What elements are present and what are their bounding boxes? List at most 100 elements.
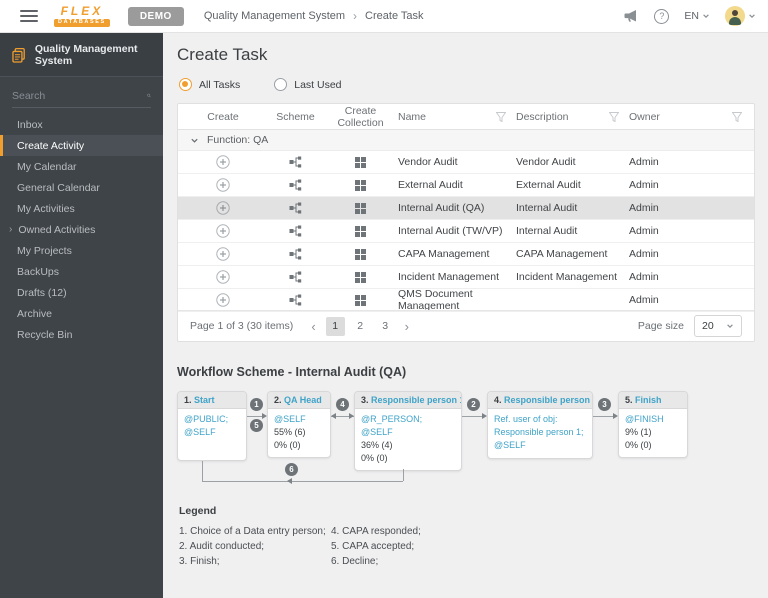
column-header-create[interactable]: Create (178, 111, 268, 123)
search-icon[interactable] (147, 89, 151, 102)
chevron-right-icon[interactable]: › (9, 224, 12, 235)
sidebar-search (12, 89, 151, 108)
sidebar-item-my-projects[interactable]: My Projects (0, 240, 163, 261)
step-header: 2. QA Head (268, 392, 330, 409)
table-row[interactable]: Vendor Audit Vendor Audit Admin (178, 151, 754, 174)
sidebar-item-backups[interactable]: BackUps (0, 261, 163, 282)
prev-page-icon[interactable]: ‹ (307, 319, 319, 334)
filter-icon[interactable] (732, 111, 742, 122)
transition-badge: 2 (467, 398, 480, 411)
group-label: Function: QA (207, 134, 269, 146)
column-header-name[interactable]: Name (398, 111, 516, 123)
create-task-icon[interactable] (216, 293, 230, 307)
page-size-select[interactable]: 20 (694, 315, 742, 337)
radio-all-tasks[interactable]: All Tasks (179, 78, 240, 91)
sidebar-item-inbox[interactable]: Inbox (0, 114, 163, 135)
language-selector[interactable]: EN (684, 10, 710, 22)
search-input[interactable] (12, 89, 147, 102)
breadcrumb: Quality Management System › Create Task (204, 9, 424, 23)
transition-badge: 5 (250, 419, 263, 432)
sidebar-item-general-calendar[interactable]: General Calendar (0, 177, 163, 198)
task-owner: Admin (629, 202, 659, 214)
create-task-icon[interactable] (216, 178, 230, 192)
column-header-scheme[interactable]: Scheme (268, 111, 323, 123)
create-task-icon[interactable] (216, 155, 230, 169)
step-header: 1. Start (178, 392, 246, 409)
workflow-connector (462, 416, 484, 417)
scheme-icon[interactable] (289, 156, 302, 168)
sidebar-item-drafts[interactable]: Drafts (12) (0, 282, 163, 303)
page-button-1[interactable]: 1 (325, 316, 345, 336)
task-name: External Audit (398, 179, 463, 191)
scheme-icon[interactable] (289, 225, 302, 237)
page-button-3[interactable]: 3 (376, 317, 395, 336)
create-task-icon[interactable] (216, 247, 230, 261)
page-size-value: 20 (702, 320, 714, 332)
create-collection-icon[interactable] (355, 271, 366, 283)
create-task-icon[interactable] (216, 201, 230, 215)
create-collection-icon[interactable] (355, 294, 366, 306)
help-button[interactable]: ? (654, 8, 670, 24)
sidebar-item-my-calendar[interactable]: My Calendar (0, 156, 163, 177)
column-header-create-collection[interactable]: Create Collection (323, 105, 398, 129)
table-row[interactable]: Incident Management Incident Management … (178, 266, 754, 289)
task-name: Vendor Audit (398, 156, 458, 168)
sidebar-item-archive[interactable]: Archive (0, 303, 163, 324)
workflow-connector (403, 469, 404, 481)
workflow-connector (202, 461, 203, 481)
breadcrumb-root[interactable]: Quality Management System (204, 10, 345, 22)
column-header-owner[interactable]: Owner (629, 111, 754, 123)
radio-last-used[interactable]: Last Used (274, 78, 342, 91)
create-collection-icon[interactable] (355, 156, 366, 168)
filter-icon[interactable] (609, 111, 619, 122)
table-row[interactable]: QMS Document Management Admin (178, 288, 754, 312)
create-collection-icon[interactable] (355, 248, 366, 260)
legend-item: 1. Choice of a Data entry person; (179, 526, 326, 537)
page-button-2[interactable]: 2 (351, 317, 370, 336)
group-row-function-qa[interactable]: Function: QA (178, 130, 754, 151)
question-icon: ? (654, 8, 670, 24)
workflow-step-finish: 5. Finish @FINISH 9% (1) 0% (0) (618, 391, 688, 458)
create-task-icon[interactable] (216, 270, 230, 284)
scheme-icon[interactable] (289, 294, 302, 306)
step-header: 4. Responsible person 2 (488, 392, 592, 409)
sidebar-item-recycle-bin[interactable]: Recycle Bin (0, 324, 163, 345)
table-row[interactable]: CAPA Management CAPA Management Admin (178, 243, 754, 266)
legend-item: 5. CAPA accepted; (331, 541, 415, 552)
chevron-down-icon (727, 324, 733, 329)
create-collection-icon[interactable] (355, 225, 366, 237)
step-roles: Ref. user of obj: (494, 414, 558, 424)
table-row-selected[interactable]: Internal Audit (QA) Internal Audit Admin (178, 197, 754, 220)
app-logo[interactable]: FLEX DATABASES (54, 5, 110, 28)
step-stat: 36% (4) (361, 440, 393, 450)
step-header: 5. Finish (619, 392, 687, 409)
sidebar-module-title[interactable]: Quality Management System (0, 33, 163, 77)
avatar (725, 6, 745, 26)
column-label: Description (516, 110, 569, 123)
sidebar-item-label: My Projects (17, 244, 72, 257)
scheme-icon[interactable] (289, 248, 302, 260)
announcements-button[interactable] (623, 9, 639, 23)
scheme-icon[interactable] (289, 179, 302, 191)
table-row[interactable]: Internal Audit (TW/VP) Internal Audit Ad… (178, 220, 754, 243)
sidebar-item-owned-activities[interactable]: › Owned Activities (0, 219, 163, 240)
task-name: Internal Audit (QA) (398, 202, 485, 214)
next-page-icon[interactable]: › (401, 319, 413, 334)
sidebar-item-my-activities[interactable]: My Activities (0, 198, 163, 219)
create-collection-icon[interactable] (355, 202, 366, 214)
create-task-icon[interactable] (216, 224, 230, 238)
filter-icon[interactable] (496, 111, 506, 122)
radio-label: All Tasks (199, 78, 241, 91)
scheme-icon[interactable] (289, 202, 302, 214)
sidebar-item-label: My Calendar (17, 160, 77, 173)
workflow-step-responsible-2: 4. Responsible person 2 Ref. user of obj… (487, 391, 593, 459)
table-row[interactable]: External Audit External Audit Admin (178, 174, 754, 197)
user-menu[interactable] (725, 6, 756, 26)
radio-selected-icon (179, 78, 192, 91)
sidebar-item-create-activity[interactable]: Create Activity (0, 135, 163, 156)
scheme-icon[interactable] (289, 271, 302, 283)
column-header-description[interactable]: Description (516, 111, 629, 123)
create-collection-icon[interactable] (355, 179, 366, 191)
task-name: CAPA Management (398, 248, 490, 260)
menu-icon[interactable] (20, 10, 38, 22)
